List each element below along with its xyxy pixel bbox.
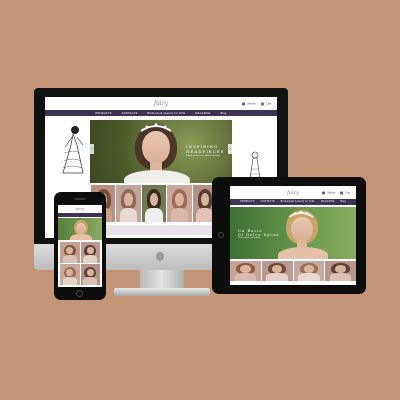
product-thumbnail[interactable] xyxy=(80,264,100,285)
product-thumbnail[interactable] xyxy=(167,185,192,222)
heart-icon xyxy=(242,102,246,105)
phone-header: fairy xyxy=(58,205,102,213)
content-strip xyxy=(91,225,231,235)
chevron-right-icon[interactable]: › xyxy=(228,144,232,154)
hero-caption: INSPIRING HEADPIECES Hand made in a uniq… xyxy=(186,144,225,157)
chevron-left-icon[interactable]: ‹ xyxy=(90,144,94,154)
nav-contacts[interactable]: CONTACTS xyxy=(122,112,138,115)
desktop-stand-neck xyxy=(140,270,184,290)
hero-banner[interactable]: INSPIRING HEADPIECES Hand made in a uniq… xyxy=(90,120,232,183)
bag-icon xyxy=(261,102,265,105)
tablet-header: fairy Wishlist Cart xyxy=(230,186,356,199)
cart-link[interactable]: Cart xyxy=(261,102,271,105)
nav-blog[interactable]: Blog xyxy=(220,112,226,115)
nav-bridesmaid[interactable]: Bridesmaid Jewelry for Gifts xyxy=(281,201,315,203)
tablet-nav: PRODUCTS CONTACTS Bridesmaid Jewelry for… xyxy=(230,199,356,205)
hero-banner[interactable] xyxy=(58,218,102,240)
product-thumbnail[interactable] xyxy=(60,264,80,285)
site-logo[interactable]: fairy xyxy=(154,100,168,107)
product-thumbnail[interactable] xyxy=(293,261,325,281)
hero-caption: Un Bacio Di Dolce Sposa Hand made collec… xyxy=(238,229,280,239)
product-thumbnail[interactable] xyxy=(60,242,80,263)
product-thumbnail[interactable] xyxy=(230,261,261,281)
product-thumbnail[interactable] xyxy=(325,261,356,281)
apple-logo-icon xyxy=(156,252,164,261)
nav-magazine[interactable]: MAGAZINE xyxy=(321,201,335,203)
site-logo[interactable]: fairy xyxy=(76,207,84,211)
wishlist-link[interactable]: Wishlist xyxy=(242,102,256,105)
utility-links: Wishlist Cart xyxy=(242,102,271,105)
product-thumbnail[interactable] xyxy=(116,185,141,222)
utility-links: Wishlist Cart xyxy=(322,191,350,194)
desktop-stand-base xyxy=(114,288,210,296)
product-thumbnail[interactable] xyxy=(261,261,293,281)
hero-banner[interactable]: Un Bacio Di Dolce Sposa Hand made collec… xyxy=(230,207,356,259)
tablet-screen: fairy Wishlist Cart PRODUCTS CONTACTS Br… xyxy=(230,186,356,285)
desktop-nav: PRODUCTS CONTACTS Bridesmaid Jewelry for… xyxy=(45,110,277,116)
product-thumbnail-row xyxy=(230,261,356,281)
phone-home-button xyxy=(76,290,83,297)
bag-icon xyxy=(340,191,344,194)
product-thumbnail[interactable] xyxy=(80,242,100,263)
desktop-header: fairy Wishlist Cart xyxy=(45,97,277,110)
product-thumbnail[interactable] xyxy=(141,185,167,222)
product-thumbnail-row xyxy=(91,185,218,222)
dress-sketch-left xyxy=(62,126,84,174)
phone-screen: fairy xyxy=(58,205,102,287)
nav-products[interactable]: PRODUCTS xyxy=(96,112,112,115)
phone-thumbnail-grid xyxy=(60,242,100,285)
phone-speaker xyxy=(74,198,86,200)
nav-contacts[interactable]: CONTACTS xyxy=(261,201,275,203)
heart-icon xyxy=(322,191,326,194)
cart-link[interactable]: Cart xyxy=(340,191,350,194)
nav-bridesmaid[interactable]: Bridesmaid Jewelry for Gifts xyxy=(147,112,185,115)
nav-magazine[interactable]: MAGAZINE xyxy=(195,112,210,115)
phone-nav[interactable] xyxy=(58,213,102,217)
nav-products[interactable]: PRODUCTS xyxy=(240,201,255,203)
wishlist-link[interactable]: Wishlist xyxy=(322,191,335,194)
tablet-home-button xyxy=(218,232,224,238)
nav-blog[interactable]: Blog xyxy=(340,201,345,203)
site-logo[interactable]: fairy xyxy=(287,190,299,196)
